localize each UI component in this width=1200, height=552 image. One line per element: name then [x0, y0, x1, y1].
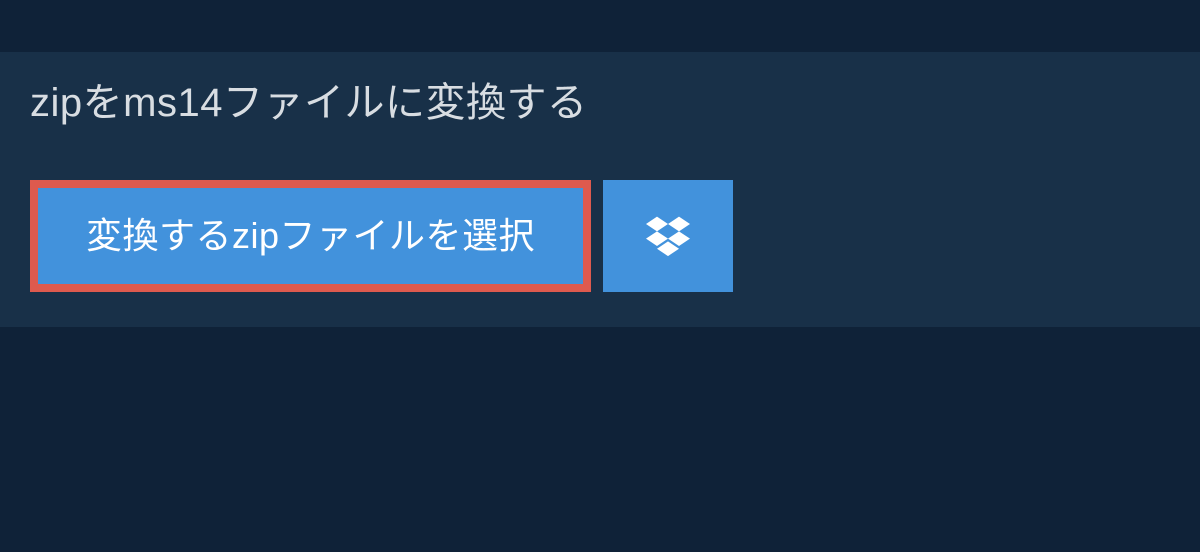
conversion-panel: zipをms14ファイルに変換する 変換するzipファイルを選択: [0, 52, 1200, 327]
select-file-button-label: 変換するzipファイルを選択: [86, 218, 535, 254]
heading-wrap: zipをms14ファイルに変換する: [0, 52, 617, 150]
button-row: 変換するzipファイルを選択: [0, 150, 1200, 327]
dropbox-icon: [646, 213, 690, 260]
dropbox-button[interactable]: [603, 180, 733, 292]
select-file-button[interactable]: 変換するzipファイルを選択: [30, 180, 591, 292]
page-title: zipをms14ファイルに変換する: [30, 70, 587, 128]
